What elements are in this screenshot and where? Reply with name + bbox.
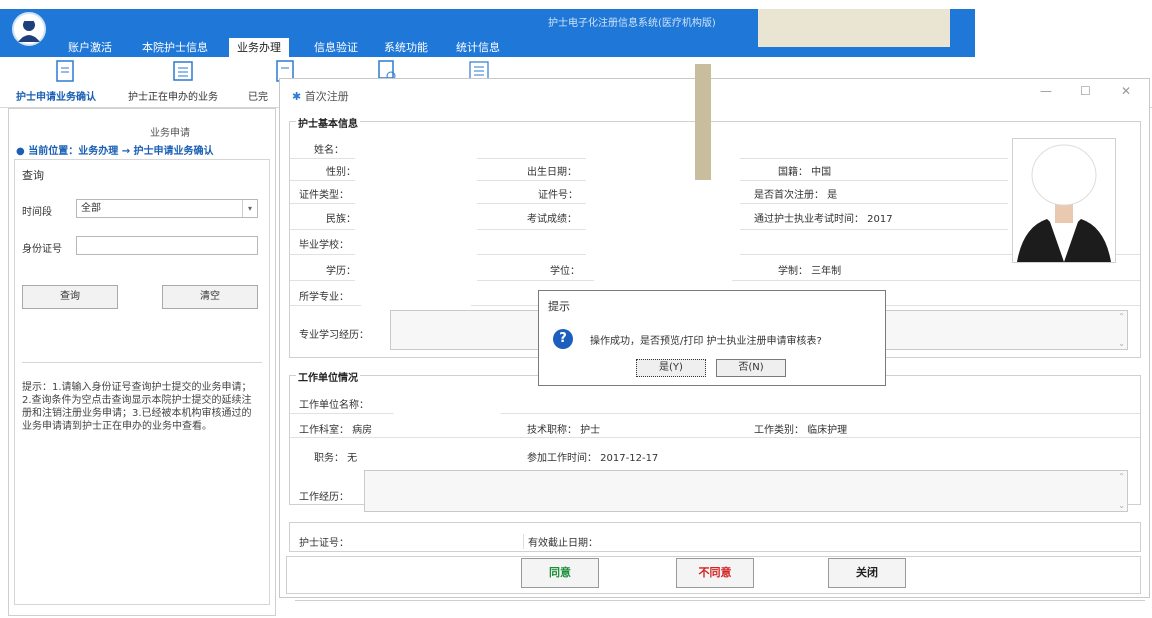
join-time-field: 参加工作时间： 2017-12-17 <box>527 453 659 464</box>
minimize-icon[interactable]: — <box>1040 84 1052 98</box>
tab-statistics[interactable]: 统计信息 <box>448 38 508 57</box>
birth-label: 出生日期： <box>527 167 577 178</box>
close-button[interactable]: 关闭 <box>828 558 906 588</box>
no-button[interactable]: 否(N) <box>716 359 786 377</box>
cert-label: 护士证号： <box>299 538 349 549</box>
clear-button[interactable]: 清空 <box>162 285 258 309</box>
toolbar-item-in-progress[interactable]: 护士正在申办的业务 <box>128 88 218 103</box>
degree-label: 学位： <box>550 266 580 277</box>
id-input[interactable] <box>76 236 258 255</box>
tab-info-verify[interactable]: 信息验证 <box>306 38 366 57</box>
nurse-photo <box>1012 138 1116 263</box>
ethnic-label: 民族： <box>326 214 356 225</box>
redaction-block <box>355 131 477 308</box>
question-icon: ? <box>553 329 573 349</box>
user-avatar-icon[interactable] <box>12 12 46 46</box>
disagree-button[interactable]: 不同意 <box>676 558 754 588</box>
document-icon[interactable] <box>54 60 76 82</box>
major-label: 所学专业： <box>299 292 349 303</box>
school-label: 毕业学校： <box>299 240 349 251</box>
list-icon[interactable] <box>172 60 194 82</box>
redaction-block <box>758 9 950 47</box>
close-icon[interactable]: ✕ <box>1121 84 1131 98</box>
scroll-up-icon[interactable]: ⌃ <box>1118 472 1125 481</box>
tab-system[interactable]: 系统功能 <box>376 38 436 57</box>
row-line <box>290 437 1140 438</box>
agree-button[interactable]: 同意 <box>521 558 599 588</box>
redaction-block <box>695 64 711 180</box>
dialog-title-text: 首次注册 <box>304 90 349 103</box>
scroll-down-icon[interactable]: ⌄ <box>1118 339 1125 348</box>
title-field: 技术职称： 护士 <box>527 425 601 436</box>
tab-business[interactable]: 业务办理 <box>229 38 289 57</box>
nationality-field: 国籍： 中国 <box>778 167 832 178</box>
maximize-icon[interactable]: ☐ <box>1080 84 1091 98</box>
redaction-block <box>586 146 740 282</box>
tab-account-activate[interactable]: 账户激活 <box>60 38 120 57</box>
name-label: 姓名： <box>314 145 344 156</box>
study-label: 专业学习经历： <box>299 330 369 341</box>
period-label: 时间段 <box>22 207 52 218</box>
unit-label: 工作单位名称： <box>299 400 369 411</box>
yes-button[interactable]: 是(Y) <box>636 359 706 377</box>
period-value: 全部 <box>81 203 101 214</box>
redaction-block <box>390 383 504 415</box>
app-title: 护士电子化注册信息系统(医疗机构版) <box>548 18 716 29</box>
help-tip: 提示：1.请输入身份证号查询护士提交的业务申请；2.查询条件为空点击查询显示本院… <box>22 382 252 432</box>
dept-field: 工作科室： 病房 <box>299 425 373 436</box>
idno-label: 证件号： <box>538 190 578 201</box>
gender-label: 性别： <box>326 167 356 178</box>
dialog-app-icon: ✱ <box>292 90 302 103</box>
tab-nurse-info[interactable]: 本院护士信息 <box>134 38 216 57</box>
id-label: 身份证号 <box>22 244 62 255</box>
post-field: 职务： 无 <box>314 453 358 464</box>
idtype-label: 证件类型： <box>299 190 349 201</box>
status-bar <box>295 600 1145 615</box>
divider <box>22 362 262 363</box>
scroll-down-icon[interactable]: ⌄ <box>1118 501 1125 510</box>
expiry-label: 有效截止日期： <box>523 534 598 549</box>
work-info-title: 工作单位情况 <box>296 369 360 384</box>
message-text: 操作成功，是否预览/打印 护士执业注册申请审核表? <box>590 336 822 347</box>
dialog-title: ✱ 首次注册 <box>292 88 349 104</box>
toolbar-item-done[interactable]: 已完 <box>248 88 268 103</box>
query-title: 查询 <box>22 169 44 182</box>
score-label: 考试成绩： <box>527 214 577 225</box>
period-select[interactable]: 全部 ▾ <box>76 199 258 218</box>
category-field: 工作类别： 临床护理 <box>754 425 848 436</box>
edu-label: 学历： <box>326 266 356 277</box>
basic-info-title: 护士基本信息 <box>296 115 360 130</box>
history-textarea[interactable]: ⌃ ⌄ <box>364 470 1128 512</box>
cert-section <box>289 522 1141 552</box>
query-button[interactable]: 查询 <box>22 285 118 309</box>
pass-time-field: 通过护士执业考试时间： 2017 <box>754 214 893 225</box>
scroll-up-icon[interactable]: ⌃ <box>1118 312 1125 321</box>
history-label: 工作经历： <box>299 492 349 503</box>
breadcrumb-text: 当前位置：业务办理 → 护士申请业务确认 <box>28 146 214 157</box>
panel-header: 业务申请 <box>150 128 190 139</box>
toolbar-item-confirm[interactable]: 护士申请业务确认 <box>16 88 96 103</box>
breadcrumb: ● 当前位置：业务办理 → 护士申请业务确认 <box>16 146 214 157</box>
schooling-field: 学制： 三年制 <box>778 266 842 277</box>
chevron-down-icon[interactable]: ▾ <box>242 200 257 217</box>
first-reg-field: 是否首次注册： 是 <box>754 190 838 201</box>
message-box-title: 提示 <box>548 300 570 313</box>
